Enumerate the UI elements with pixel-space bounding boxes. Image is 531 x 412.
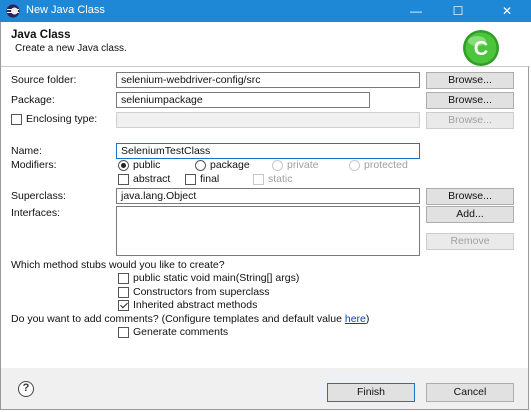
private-label: private xyxy=(287,159,319,171)
generate-comments-checkbox[interactable] xyxy=(118,327,129,338)
public-label: public xyxy=(133,159,161,171)
minimize-icon: — xyxy=(410,4,422,18)
interfaces-label: Interfaces: xyxy=(11,207,61,219)
superclass-input[interactable]: java.lang.Object xyxy=(116,188,420,204)
class-name-input[interactable]: SeleniumTestClass xyxy=(116,143,420,159)
public-radio[interactable] xyxy=(118,160,129,171)
final-checkbox[interactable] xyxy=(185,174,196,185)
generate-comments-label: Generate comments xyxy=(133,326,229,338)
comments-question: Do you want to add comments? (Configure … xyxy=(11,313,369,325)
name-label: Name: xyxy=(11,145,42,157)
eclipse-app-icon xyxy=(6,4,20,18)
final-label: final xyxy=(200,173,220,185)
enclosing-type-browse-button[interactable]: Browse... xyxy=(426,112,514,129)
close-button[interactable]: ✕ xyxy=(485,0,529,22)
comments-question-end: ) xyxy=(365,313,370,325)
maximize-icon: ☐ xyxy=(452,4,464,18)
package-input[interactable]: seleniumpackage xyxy=(116,92,370,108)
minimize-button[interactable]: — xyxy=(400,0,432,22)
inherited-abstract-label: Inherited abstract methods xyxy=(133,299,258,311)
title-bar[interactable]: New Java Class — ☐ ✕ xyxy=(0,0,531,22)
package-access-label: package xyxy=(210,159,250,171)
main-method-checkbox[interactable] xyxy=(118,273,129,284)
remove-interface-button[interactable]: Remove xyxy=(426,233,514,250)
source-folder-label: Source folder: xyxy=(11,74,77,86)
static-checkbox[interactable] xyxy=(253,174,264,185)
static-label: static xyxy=(268,173,293,185)
enclosing-type-checkbox[interactable] xyxy=(11,114,22,125)
interfaces-list[interactable] xyxy=(116,206,420,256)
abstract-label: abstract xyxy=(133,173,171,185)
header-separator xyxy=(1,66,530,67)
logo-letter: C xyxy=(474,38,488,60)
private-radio[interactable] xyxy=(272,160,283,171)
superclass-browse-button[interactable]: Browse... xyxy=(426,188,514,205)
protected-label: protected xyxy=(364,159,408,171)
help-icon[interactable]: ? xyxy=(18,381,34,397)
enclosing-type-label: Enclosing type: xyxy=(26,113,98,125)
wizard-subtitle: Create a new Java class. xyxy=(15,43,127,54)
comments-question-text: Do you want to add comments? (Configure … xyxy=(11,313,345,325)
source-folder-browse-button[interactable]: Browse... xyxy=(426,72,514,89)
new-class-wizard-icon: C xyxy=(463,30,499,66)
inherited-abstract-checkbox[interactable] xyxy=(118,300,129,311)
constructors-checkbox[interactable] xyxy=(118,287,129,298)
modifiers-label: Modifiers: xyxy=(11,159,57,171)
constructors-label: Constructors from superclass xyxy=(133,286,270,298)
protected-radio[interactable] xyxy=(349,160,360,171)
package-radio[interactable] xyxy=(195,160,206,171)
wizard-header: Java Class Create a new Java class. C xyxy=(1,22,530,66)
method-stubs-question: Which method stubs would you like to cre… xyxy=(11,259,225,271)
package-browse-button[interactable]: Browse... xyxy=(426,92,514,109)
main-method-label: public static void main(String[] args) xyxy=(133,272,300,284)
wizard-title: Java Class xyxy=(11,29,71,41)
enclosing-type-input[interactable] xyxy=(116,112,420,128)
superclass-label: Superclass: xyxy=(11,190,66,202)
configure-templates-link[interactable]: here xyxy=(345,313,366,325)
maximize-button[interactable]: ☐ xyxy=(442,0,474,22)
package-label: Package: xyxy=(11,94,55,106)
window-title: New Java Class xyxy=(26,4,105,16)
finish-button[interactable]: Finish xyxy=(327,383,415,402)
add-interface-button[interactable]: Add... xyxy=(426,206,514,223)
cancel-button[interactable]: Cancel xyxy=(426,383,514,402)
source-folder-input[interactable]: selenium-webdriver-config/src xyxy=(116,72,420,88)
abstract-checkbox[interactable] xyxy=(118,174,129,185)
close-icon: ✕ xyxy=(501,4,513,18)
